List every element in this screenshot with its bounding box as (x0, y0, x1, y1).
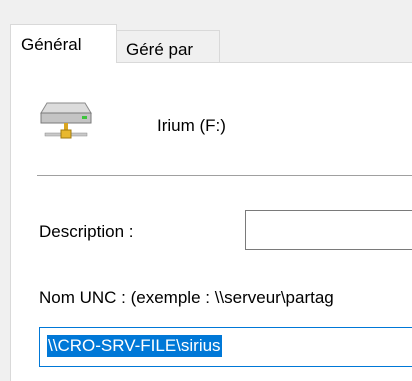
drive-name: Irium (F:) (157, 116, 226, 135)
tab-strip: Général Géré par (0, 0, 412, 63)
separator (37, 175, 412, 176)
unc-label: Nom UNC : (exemple : \\serveur\partag (39, 288, 334, 307)
unc-value: \\CRO-SRV-FILE\sirius (47, 335, 222, 357)
description-input[interactable] (245, 210, 412, 250)
properties-panel: Irium (F:) Description : Nom UNC : (exem… (10, 62, 412, 381)
tab-managed-by-label: Géré par (126, 40, 194, 59)
unc-input[interactable]: \\CRO-SRV-FILE\sirius (39, 327, 412, 367)
tab-general-label: Général (21, 35, 82, 54)
tab-managed-by[interactable]: Géré par (116, 30, 220, 62)
tab-general[interactable]: Général (10, 24, 117, 63)
network-drive-icon (40, 102, 92, 139)
description-label: Description : (39, 222, 134, 241)
